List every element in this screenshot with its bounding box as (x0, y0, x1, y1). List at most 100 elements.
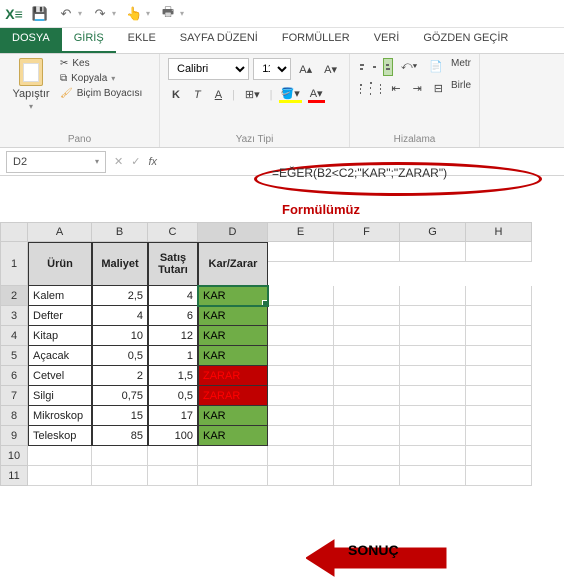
tab-ekle[interactable]: EKLE (116, 28, 168, 53)
cell[interactable] (466, 426, 532, 446)
touch-mode-icon[interactable]: 👆 (126, 6, 142, 22)
cell[interactable] (400, 242, 466, 262)
row-header-5[interactable]: 5 (0, 346, 28, 366)
cell[interactable] (400, 306, 466, 326)
cell[interactable] (268, 446, 334, 466)
cancel-formula-icon[interactable]: ✕ (114, 155, 123, 168)
cell[interactable] (466, 466, 532, 486)
underline-button[interactable]: A (211, 87, 226, 103)
save-icon[interactable]: 💾 (32, 6, 48, 22)
cut-button[interactable]: ✂Kes (60, 58, 142, 69)
row-header-9[interactable]: 9 (0, 426, 28, 446)
align-bottom-button[interactable] (383, 58, 393, 76)
cell-maliyet[interactable]: 85 (92, 426, 148, 446)
cell-urun[interactable]: Kitap (28, 326, 92, 346)
cell[interactable] (268, 366, 334, 386)
cell[interactable] (334, 326, 400, 346)
col-header-a[interactable]: A (28, 222, 92, 242)
cell[interactable] (28, 446, 92, 466)
format-painter-button[interactable]: 🖌Biçim Boyacısı (60, 88, 142, 99)
cell-satis[interactable]: 17 (148, 406, 198, 426)
align-top-button[interactable] (358, 58, 366, 76)
orientation-button[interactable]: ⤺▾ (397, 58, 421, 76)
cell[interactable] (28, 466, 92, 486)
cell[interactable] (334, 306, 400, 326)
cell-maliyet[interactable]: 2 (92, 366, 148, 386)
cell[interactable] (466, 306, 532, 326)
cell[interactable] (268, 326, 334, 346)
cell-satis[interactable]: 6 (148, 306, 198, 326)
row-header-4[interactable]: 4 (0, 326, 28, 346)
row-header-3[interactable]: 3 (0, 306, 28, 326)
align-middle-button[interactable] (370, 58, 378, 76)
cell-urun[interactable]: Cetvel (28, 366, 92, 386)
border-button[interactable]: ⊞▾ (241, 86, 264, 103)
col-header-d[interactable]: D (198, 222, 268, 242)
cell-header-urun[interactable]: Ürün (28, 242, 92, 286)
cell[interactable] (466, 386, 532, 406)
tab-sayfa-duzeni[interactable]: SAYFA DÜZENİ (168, 28, 270, 53)
cell-karzarar[interactable]: KAR (198, 426, 268, 446)
copy-button[interactable]: ⧉Kopyala ▾ (60, 73, 142, 84)
select-all-corner[interactable] (0, 222, 28, 242)
row-header-2[interactable]: 2 (0, 286, 28, 306)
cell[interactable] (268, 242, 334, 262)
cell[interactable] (400, 386, 466, 406)
col-header-g[interactable]: G (400, 222, 466, 242)
tab-dosya[interactable]: DOSYA (0, 28, 62, 53)
cell[interactable] (268, 386, 334, 406)
cell-karzarar[interactable]: KAR (198, 406, 268, 426)
cell-satis[interactable]: 12 (148, 326, 198, 346)
cell-satis[interactable]: 1 (148, 346, 198, 366)
wrap-text-button[interactable]: 📄 (425, 58, 447, 76)
redo-icon[interactable]: ↷ (92, 6, 108, 22)
cell[interactable] (334, 386, 400, 406)
cell[interactable] (148, 446, 198, 466)
cell[interactable] (92, 446, 148, 466)
increase-indent-button[interactable]: ⇥ (409, 80, 426, 98)
cell[interactable] (466, 242, 532, 262)
cell-karzarar[interactable]: KAR (198, 346, 268, 366)
align-left-button[interactable] (358, 80, 364, 98)
cell[interactable] (400, 426, 466, 446)
cell-karzarar[interactable]: ZARAR (198, 366, 268, 386)
cell[interactable] (268, 286, 334, 306)
increase-font-icon[interactable]: A▴ (295, 61, 316, 78)
cell[interactable] (148, 466, 198, 486)
cell-urun[interactable]: Mikroskop (28, 406, 92, 426)
cell-urun[interactable]: Açacak (28, 346, 92, 366)
cell[interactable] (400, 326, 466, 346)
align-right-button[interactable] (378, 80, 384, 98)
cell[interactable] (466, 286, 532, 306)
row-header-8[interactable]: 8 (0, 406, 28, 426)
col-header-f[interactable]: F (334, 222, 400, 242)
col-header-e[interactable]: E (268, 222, 334, 242)
cell-header-kz[interactable]: Kar/Zarar (198, 242, 268, 286)
cell-urun[interactable]: Defter (28, 306, 92, 326)
cell[interactable] (268, 426, 334, 446)
merge-button[interactable]: ⊟ (430, 80, 447, 98)
decrease-indent-button[interactable]: ⇤ (387, 80, 404, 98)
cell-maliyet[interactable]: 4 (92, 306, 148, 326)
tab-formuller[interactable]: FORMÜLLER (270, 28, 362, 53)
cell-satis[interactable]: 0,5 (148, 386, 198, 406)
cell[interactable] (400, 346, 466, 366)
cell[interactable] (400, 466, 466, 486)
cell-satis[interactable]: 1,5 (148, 366, 198, 386)
cell[interactable] (334, 242, 400, 262)
col-header-c[interactable]: C (148, 222, 198, 242)
cell[interactable] (268, 466, 334, 486)
align-center-button[interactable] (368, 80, 374, 98)
cell[interactable] (268, 346, 334, 366)
italic-button[interactable]: T (190, 87, 205, 103)
cell[interactable] (400, 366, 466, 386)
tab-giris[interactable]: GİRİŞ (62, 28, 116, 53)
cell[interactable] (466, 406, 532, 426)
cell[interactable] (400, 406, 466, 426)
cell[interactable] (400, 286, 466, 306)
row-header-7[interactable]: 7 (0, 386, 28, 406)
cell[interactable] (198, 466, 268, 486)
enter-formula-icon[interactable]: ✓ (131, 155, 140, 168)
cell-maliyet[interactable]: 10 (92, 326, 148, 346)
cell[interactable] (466, 446, 532, 466)
